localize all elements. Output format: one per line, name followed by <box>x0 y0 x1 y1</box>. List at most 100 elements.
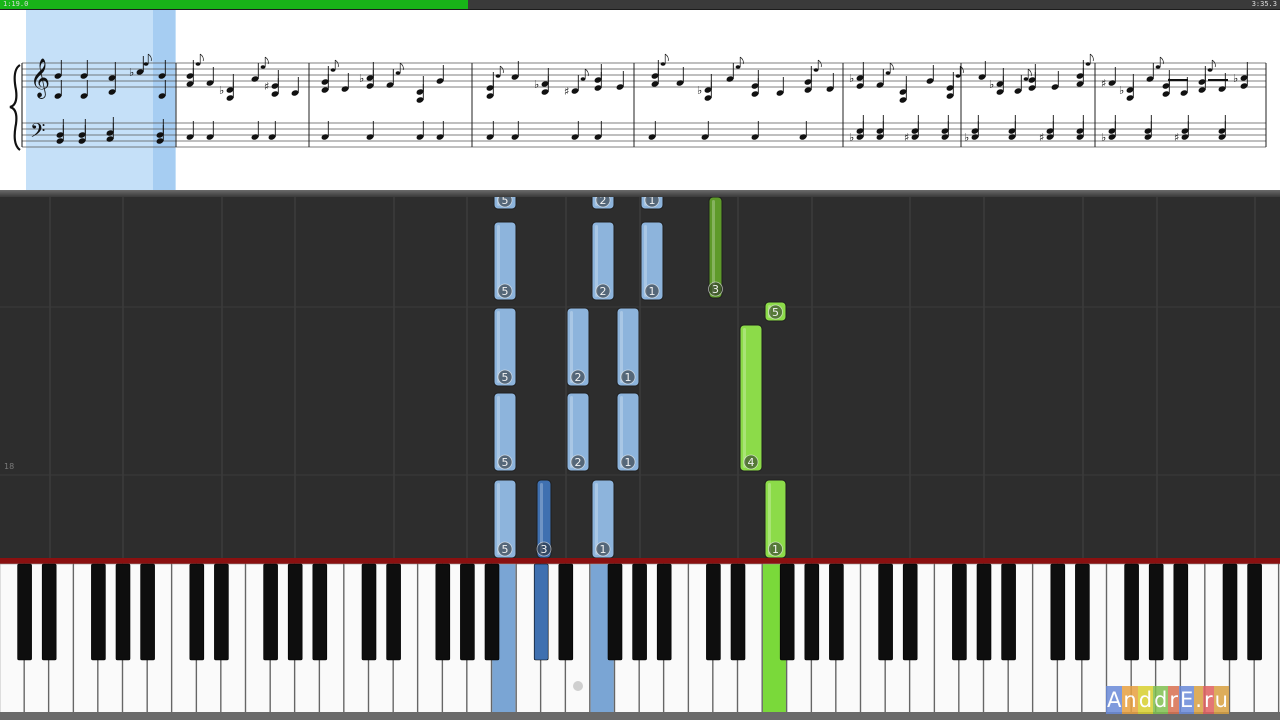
music-note <box>1144 115 1152 134</box>
svg-text:♯: ♯ <box>264 80 269 93</box>
music-note <box>799 121 807 140</box>
music-note: ♯ <box>564 75 579 98</box>
middle-c-marker <box>573 681 583 691</box>
svg-text:♭: ♭ <box>534 78 539 91</box>
svg-text:♯: ♯ <box>1101 77 1106 90</box>
piano-keyboard[interactable] <box>0 558 1280 720</box>
music-note <box>386 69 394 88</box>
keyboard-bottom-rail <box>0 712 1280 720</box>
music-note: ♭ <box>989 68 1004 91</box>
finger-number: 1 <box>600 543 607 556</box>
music-note <box>511 121 519 140</box>
watermark-letter: A <box>1106 686 1123 714</box>
svg-text:♯: ♯ <box>564 85 569 98</box>
music-note <box>321 121 329 140</box>
svg-text:♭: ♭ <box>1233 72 1238 85</box>
watermark-letter: . <box>1194 686 1203 714</box>
black-key <box>656 563 672 661</box>
playback-progress-fill <box>0 0 469 9</box>
music-note: ♯ <box>1101 67 1116 90</box>
left-hand-note: 5 <box>493 392 517 472</box>
svg-text:♭: ♭ <box>359 72 364 85</box>
music-note <box>511 61 519 80</box>
left-hand-note: 2 <box>566 307 590 387</box>
black-key <box>287 563 303 661</box>
finger-number: 2 <box>600 285 607 298</box>
black-key <box>484 563 500 661</box>
finger-number: 5 <box>502 197 509 207</box>
music-note <box>876 69 884 88</box>
black-key <box>902 563 918 661</box>
black-key <box>706 563 721 661</box>
grand-staff-brace <box>9 64 21 151</box>
piano-keys[interactable] <box>0 558 1280 720</box>
black-key <box>976 563 992 661</box>
watermark-letter: r <box>1168 686 1180 714</box>
finger-number: 1 <box>625 456 632 469</box>
svg-text:♭: ♭ <box>219 84 224 97</box>
music-note <box>726 63 734 82</box>
finger-number: 5 <box>772 306 779 319</box>
finger-number: 1 <box>649 285 656 298</box>
music-note <box>1008 115 1016 134</box>
left-hand-note: 1 <box>616 392 640 472</box>
treble-clef: 𝄞 <box>30 58 50 99</box>
left-hand-note: 1 <box>616 307 640 387</box>
music-note <box>1076 115 1084 134</box>
finger-number: 3 <box>541 543 548 556</box>
black-key <box>41 563 57 661</box>
finger-number: 2 <box>575 371 582 384</box>
black-key <box>263 563 278 661</box>
left-hand-note: 1 <box>591 479 615 558</box>
music-note: ♭ <box>219 74 234 97</box>
music-note <box>341 73 349 92</box>
watermark-logo: AnddrE.ru <box>1106 686 1229 714</box>
left-hand-note: 3 <box>536 479 552 558</box>
playback-progress-bar[interactable]: 1:19.0 3:35.3 <box>0 0 1280 10</box>
music-note <box>571 121 579 140</box>
music-note <box>1046 115 1054 134</box>
grace-note <box>330 59 339 72</box>
music-note: ♯ <box>264 70 279 93</box>
black-key <box>435 563 451 661</box>
music-note: ♭ <box>534 68 549 91</box>
falling-notes-area: 5 5 5 5 5 3 2 2 2 2 1 1 1 1 1 3 5 4 1 18 <box>0 197 1280 558</box>
svg-text:♭: ♭ <box>849 72 854 85</box>
music-note <box>594 121 602 140</box>
svg-text:♭: ♭ <box>964 131 969 144</box>
music-note <box>436 121 444 140</box>
finger-number: 5 <box>502 543 509 556</box>
finger-number: 1 <box>772 543 779 556</box>
bass-clef: 𝄢 <box>30 119 45 147</box>
music-note <box>701 121 709 140</box>
music-note <box>1181 115 1189 134</box>
music-note <box>648 121 656 140</box>
right-hand-note: 5 <box>764 301 787 322</box>
black-key <box>1148 563 1164 661</box>
elapsed-time: 1:19.0 <box>3 0 29 8</box>
svg-text:♯: ♯ <box>1174 131 1179 144</box>
black-key <box>607 563 623 661</box>
black-key <box>1247 563 1262 661</box>
black-key <box>1001 563 1016 661</box>
finger-number: 5 <box>502 371 509 384</box>
black-key <box>312 563 328 661</box>
black-key <box>952 563 967 661</box>
left-hand-note: 2 <box>591 221 615 301</box>
music-note <box>206 67 214 86</box>
grace-note <box>955 65 964 78</box>
finger-number: 5 <box>502 456 509 469</box>
black-key <box>460 563 475 661</box>
left-hand-note: 1 <box>640 197 664 210</box>
music-note: ♭ <box>1119 74 1134 97</box>
music-note <box>978 61 986 80</box>
left-hand-note: 5 <box>493 221 517 301</box>
music-note <box>876 115 884 134</box>
black-key <box>115 563 131 661</box>
music-note <box>486 121 494 140</box>
music-note <box>251 121 259 140</box>
music-note <box>268 121 276 140</box>
music-note <box>1218 73 1226 92</box>
left-hand-note: 5 <box>493 197 517 210</box>
grace-note <box>660 53 669 66</box>
